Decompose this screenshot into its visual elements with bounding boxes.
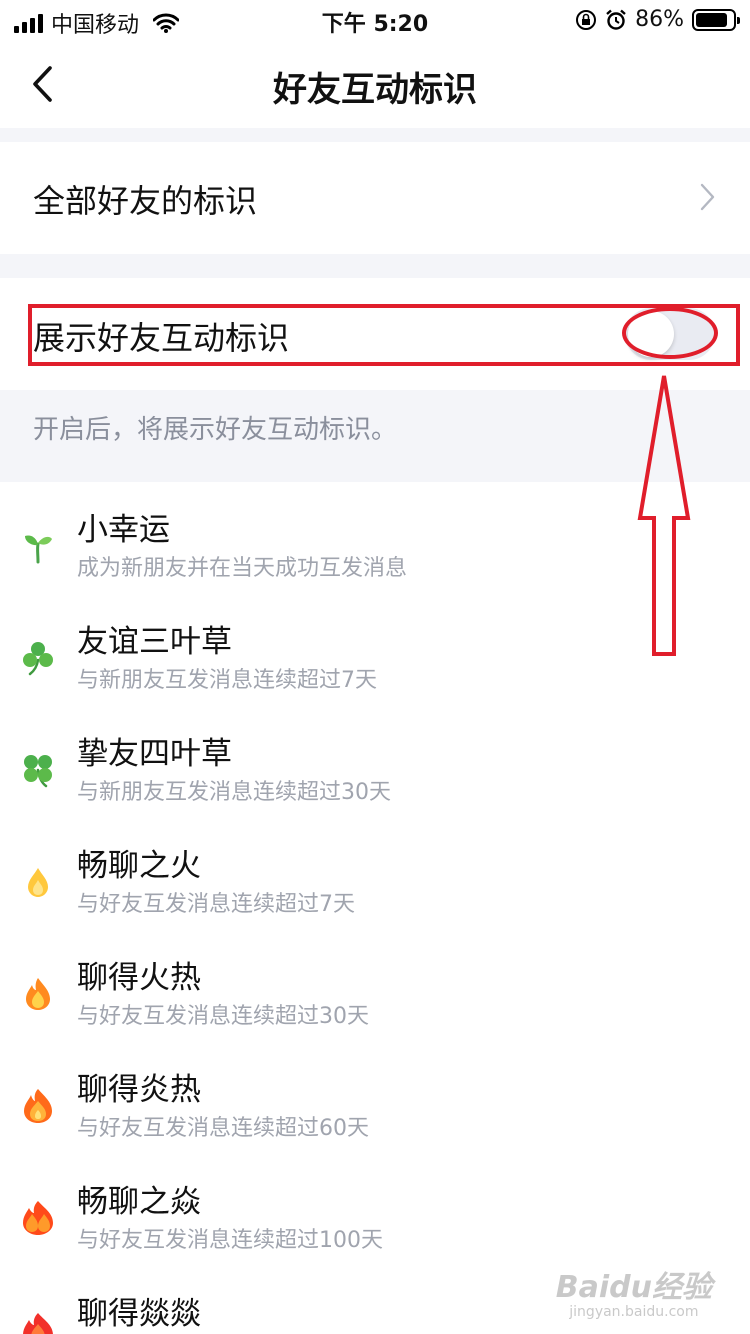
quad-flame-icon — [23, 1313, 53, 1334]
badge-description: 与新朋友互发消息连续超过30天 — [77, 780, 391, 805]
status-bar: 中国移动 下午 5:20 86% — [0, 0, 750, 40]
section-divider — [0, 254, 750, 278]
chevron-right-icon — [700, 183, 715, 211]
badge-name: 小幸运 — [77, 512, 170, 548]
all-friends-badges-label: 全部好友的标识 — [33, 182, 258, 220]
badge-name: 聊得燚燚 — [77, 1296, 201, 1332]
navigation-bar: 好友互动标识 — [0, 40, 750, 128]
list-item: 聊得火热 与好友互发消息连续超过30天 — [0, 952, 750, 1064]
sprout-icon — [25, 535, 52, 564]
list-item: 挚友四叶草 与新朋友互发消息连续超过30天 — [0, 728, 750, 840]
badge-description: 与好友互发消息连续超过60天 — [77, 1116, 369, 1141]
battery-icon — [692, 8, 740, 31]
badge-description: 与新朋友互发消息连续超过7天 — [77, 668, 377, 693]
badge-name: 挚友四叶草 — [77, 736, 232, 772]
four-leaf-clover-icon — [24, 755, 52, 788]
badge-name: 聊得炎热 — [77, 1072, 201, 1108]
annotation-highlight-ellipse — [622, 307, 718, 359]
badge-description: 与好友互发消息连续超过30天 — [77, 1004, 369, 1029]
screen: 中国移动 下午 5:20 86% 好友互动标识 全部好友的标识 展示好友互动标识… — [0, 0, 750, 1334]
watermark-logo: Baidu经验 — [555, 1270, 712, 1305]
battery-level — [696, 12, 727, 27]
badge-name: 畅聊之焱 — [77, 1184, 201, 1220]
badge-description: 与好友互发消息连续超过100天 — [77, 1228, 383, 1253]
three-leaf-clover-icon — [23, 642, 53, 676]
double-flame-icon — [23, 1201, 53, 1235]
watermark: Baidu经验 jingyan.baidu.com — [556, 1262, 712, 1320]
all-friends-badges-row[interactable]: 全部好友的标识 — [0, 142, 750, 254]
orientation-lock-icon — [576, 9, 597, 30]
list-item: 聊得炎热 与好友互发消息连续超过60天 — [0, 1064, 750, 1176]
page-title: 好友互动标识 — [273, 70, 477, 110]
status-right: 86% — [575, 7, 740, 32]
flame-icon — [26, 978, 50, 1010]
badge-description: 与好友互发消息连续超过7天 — [77, 892, 355, 917]
list-item: 畅聊之火 与好友互发消息连续超过7天 — [0, 840, 750, 952]
badge-name: 畅聊之火 — [77, 848, 201, 884]
section-divider — [0, 128, 750, 142]
small-flame-icon — [28, 868, 48, 897]
big-flame-icon — [24, 1089, 52, 1123]
badge-name: 友谊三叶草 — [77, 624, 232, 660]
hint-text: 开启后，将展示好友互动标识。 — [33, 415, 398, 445]
alarm-icon — [606, 9, 626, 30]
battery-percent: 86% — [635, 7, 684, 32]
badge-name: 聊得火热 — [77, 960, 201, 996]
badge-description: 成为新朋友并在当天成功互发消息 — [77, 556, 408, 581]
watermark-url: jingyan.baidu.com — [569, 1304, 699, 1320]
annotation-arrow-icon — [637, 375, 691, 656]
